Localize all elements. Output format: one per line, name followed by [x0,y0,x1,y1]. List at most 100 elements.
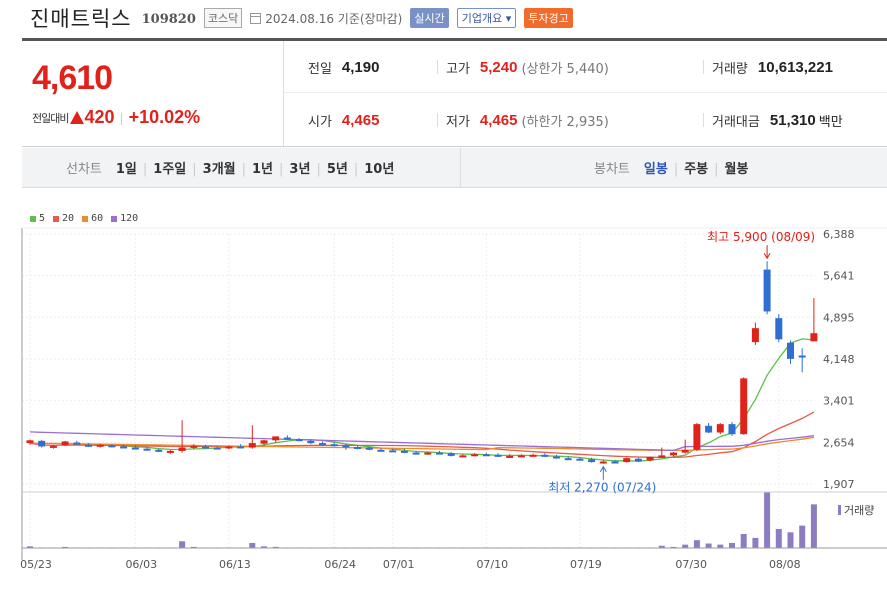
open-price: 시가 4,465 [308,94,379,146]
candle-body [787,342,794,359]
y-tick-label: 3,401 [823,395,855,408]
candle-body [131,447,139,450]
chart-tabs-bar: 선차트 1일 1주일 3개월 1년 3년 5년 10년 봉차트 일봉 주봉 월봉 [22,148,887,188]
x-tick-label: 06/13 [219,558,251,571]
tab-3y[interactable]: 3년 [273,158,310,177]
candle-body [751,328,759,343]
candle-body [400,450,408,453]
candle-body [202,446,209,449]
tab-daily[interactable]: 일봉 [644,158,668,177]
candle-body [436,452,443,455]
prev-close-label: 전일 [308,61,332,77]
candle-body [248,443,256,448]
tab-5y[interactable]: 5년 [310,158,348,177]
ma60-swatch [82,215,89,222]
low-value: 4,465 [479,111,518,129]
candle-body [576,458,584,461]
candle-body [225,446,233,449]
low-label: 저가 [446,114,470,130]
candle-body [155,449,163,452]
open-value: 4,465 [341,111,380,129]
tab-weekly[interactable]: 주봉 [668,158,708,177]
current-price: 4,610 [32,59,113,97]
candle-body [623,458,631,463]
investment-warning-badge[interactable]: 투자경고 [524,8,573,28]
x-tick-label: 07/10 [476,558,508,571]
trade-value-unit: 백만 [818,114,843,130]
trade-value: 거래대금 51,310 백만 [703,112,843,130]
candle-body [342,445,350,448]
y-tick-label: 6,388 [823,228,855,241]
candle-body [798,355,806,358]
candle-body [389,450,397,453]
candle-body [564,458,572,461]
high-annotation: 최고 5,900 (08/09) [707,230,815,244]
candle-body [38,440,46,447]
tab-3m[interactable]: 3개월 [186,158,236,177]
candle-body [494,454,502,457]
volume-bar [179,541,186,548]
x-tick-label: 06/03 [125,558,157,571]
prev-close-value: 4,190 [341,58,380,76]
volume-legend: 거래량 [838,504,874,517]
high-value: 5,240 [479,58,518,76]
volume-bar [752,537,759,548]
volume-bar [249,542,256,548]
tab-1w[interactable]: 1주일 [137,158,186,177]
candlestick-chart[interactable]: 6,388 5,641 4,895 4,148 3,401 2,654 1,907 05/23… [0,222,887,599]
candle-body [459,455,467,458]
volume-bar [740,534,747,548]
volume-label: 거래량 [844,504,874,517]
volume-label: 거래량 [712,61,748,77]
line-chart-tabs: 선차트 1일 1주일 3개월 1년 3년 5년 10년 [66,148,394,187]
candle-body [61,441,69,446]
company-overview-dropdown[interactable]: 기업개요 ▾ [456,8,517,28]
candle-body [354,447,362,450]
candle-body [307,440,315,444]
volume-bar [787,532,794,548]
candle-body [213,447,221,450]
candle-body [670,452,677,456]
candle-body [166,450,174,453]
candle-body [482,454,490,457]
candle-body [330,444,338,447]
low-annotation: 최저 2,270 (07/24) [548,481,656,495]
change-amount: 420 [84,107,115,127]
candle-body [506,455,514,458]
change-separator: | [119,110,124,125]
x-tick-label: 06/24 [324,558,356,571]
change-label: 전일대비 [32,111,69,125]
x-tick-label: 07/19 [570,558,602,571]
chart-axes: 6,388 5,641 4,895 4,148 3,401 2,654 1,907 05/23… [20,227,887,571]
quote-row-2: 시가 4,465 저가 4,465 (하한가 2,935) 거래대금 51,31… [284,94,887,146]
volume-bar [682,544,689,548]
quote-panel: 4,610 전일대비 420 | +10.02% 전일 4,190 고가 5,2… [22,41,887,147]
candle-body [681,449,689,453]
volume-swatch [838,505,841,515]
candle-body [646,457,654,461]
candle-body [588,459,596,463]
candle-body [705,425,713,433]
tab-1d[interactable]: 1일 [116,158,137,177]
volume-bar [705,543,712,548]
y-tick-label: 4,148 [823,353,855,366]
candle-body [412,452,420,455]
stock-code: 109820 [141,12,196,27]
realtime-button[interactable]: 실시간 [410,8,449,28]
volume-bar [810,504,817,548]
candle-body [365,447,373,450]
candle-body [49,445,57,448]
high-price: 고가 5,240 (상한가 5,440) [437,58,609,77]
candle-body [611,461,619,464]
quote-row-1: 전일 4,190 고가 5,240 (상한가 5,440) 거래량 10,613… [284,41,887,93]
candle-body [693,424,701,450]
volume-bar [729,542,735,548]
line-chart-label: 선차트 [66,162,102,177]
candle-body [740,378,748,435]
candle-body [73,442,81,445]
y-tick-label: 1,907 [823,478,855,491]
tab-monthly[interactable]: 월봉 [708,158,749,177]
volume-bar [799,525,806,548]
tab-10y[interactable]: 10년 [348,158,394,177]
tab-1y[interactable]: 1년 [236,158,273,177]
